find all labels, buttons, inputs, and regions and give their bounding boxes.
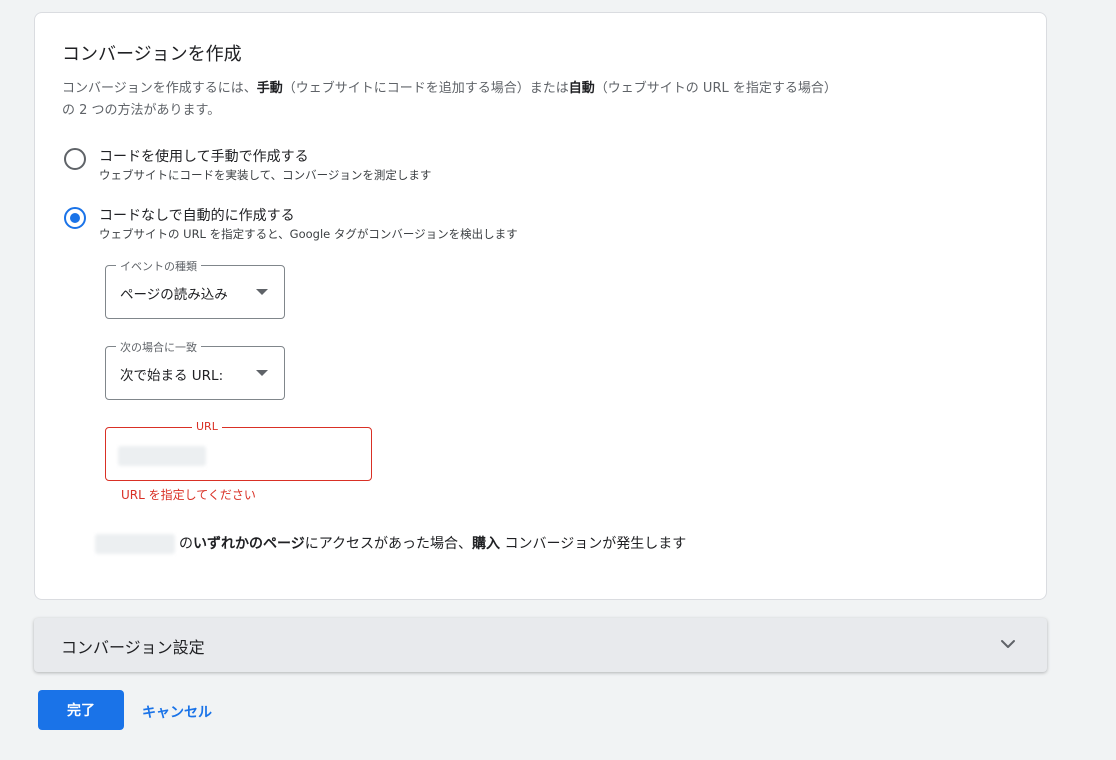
- dropdown-arrow-icon: [256, 370, 268, 376]
- card-title: コンバージョンを作成: [62, 44, 242, 65]
- conversion-summary: のいずれかのページにアクセスがあった場合、購入 コンバージョンが発生します: [95, 533, 686, 554]
- conversion-settings-title: コンバージョン設定: [61, 638, 205, 657]
- match-type-value: 次で始まる URL:: [120, 368, 224, 384]
- option-auto-label: コードなしで自動的に作成する: [99, 208, 295, 224]
- option-manual-label: コードを使用して手動で作成する: [99, 149, 309, 165]
- url-error-message: URL を指定してください: [121, 488, 256, 502]
- done-button[interactable]: 完了: [38, 690, 124, 730]
- option-manual-sub: ウェブサイトにコードを実装して、コンバージョンを測定します: [99, 168, 432, 182]
- redacted-domain: [95, 534, 175, 554]
- chevron-down-icon[interactable]: [999, 635, 1017, 653]
- event-type-value: ページの読み込み: [120, 287, 228, 303]
- event-type-legend: イベントの種類: [116, 258, 201, 274]
- card-description: コンバージョンを作成するには、手動（ウェブサイトにコードを追加する場合）または自…: [62, 81, 837, 118]
- match-type-legend: 次の場合に一致: [116, 339, 201, 355]
- url-legend: URL: [192, 420, 222, 433]
- match-type-select[interactable]: 次の場合に一致 次で始まる URL:: [105, 339, 285, 400]
- option-auto-sub: ウェブサイトの URL を指定すると、Google タグがコンバージョンを検出し…: [99, 227, 518, 241]
- event-type-select[interactable]: イベントの種類 ページの読み込み: [105, 258, 285, 319]
- conversion-settings-panel[interactable]: コンバージョン設定: [34, 618, 1047, 672]
- cancel-button[interactable]: キャンセル: [142, 702, 212, 722]
- redacted-url-value: [118, 446, 206, 466]
- radio-auto[interactable]: [64, 207, 86, 229]
- dropdown-arrow-icon: [256, 289, 268, 295]
- create-conversion-card: コンバージョンを作成 コンバージョンを作成するには、手動（ウェブサイトにコードを…: [34, 12, 1047, 600]
- url-input[interactable]: URL: [105, 420, 372, 481]
- radio-manual[interactable]: [64, 148, 86, 170]
